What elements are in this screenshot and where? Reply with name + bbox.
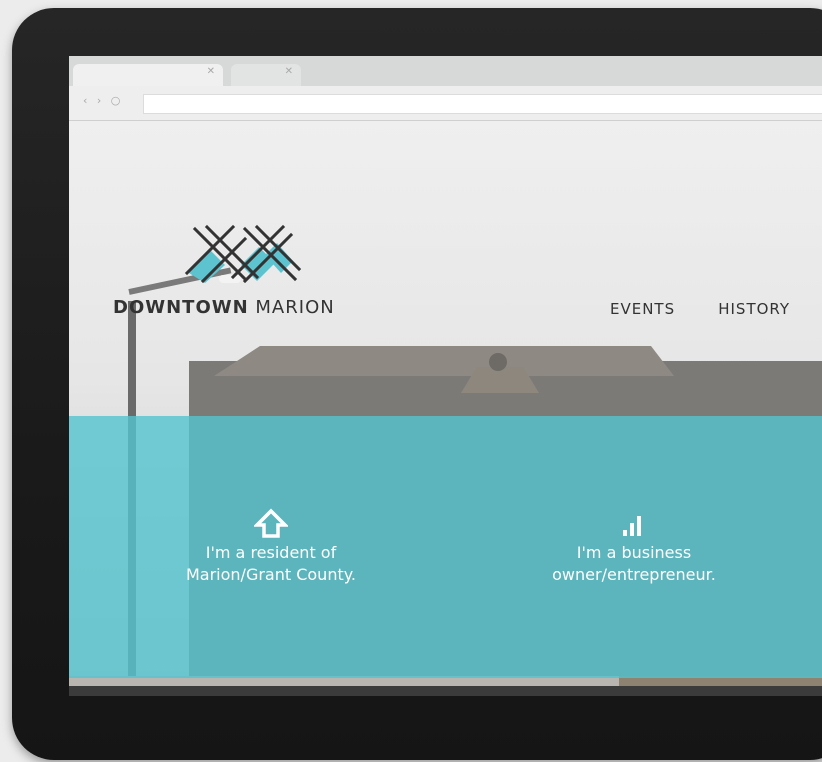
hero-section: DOWNTOWN MARION EVENTS HISTORY I'm a res… <box>69 121 822 696</box>
resident-cta[interactable]: I'm a resident of Marion/Grant County. <box>131 508 411 586</box>
device-screen: ✕ ✕ ‹ › ○ DOWNTOWN MARION EVENTS HISTORY… <box>69 56 822 696</box>
building-cornice <box>214 346 674 376</box>
browser-tab-active[interactable]: ✕ <box>73 64 223 86</box>
bar-chart-icon <box>623 516 641 536</box>
main-nav: EVENTS HISTORY <box>610 299 822 318</box>
browser-tab-strip: ✕ ✕ <box>69 56 822 86</box>
resident-cta-line2: Marion/Grant County. <box>185 565 357 584</box>
nav-events[interactable]: EVENTS <box>610 300 675 318</box>
nav-history[interactable]: HISTORY <box>718 300 790 318</box>
audience-selector-band: I'm a resident of Marion/Grant County. I… <box>69 416 822 678</box>
business-cta[interactable]: I'm a business owner/entrepreneur. <box>494 508 774 586</box>
business-cta-line2: owner/entrepreneur. <box>552 565 716 584</box>
browser-tab-new[interactable]: ✕ <box>231 64 301 86</box>
building-dome <box>489 353 507 371</box>
downtown-marion-logo-icon[interactable] <box>183 221 301 283</box>
browser-toolbar: ‹ › ○ <box>69 86 822 121</box>
address-bar[interactable] <box>143 94 822 114</box>
business-cta-line1: I'm a business <box>576 543 692 562</box>
screen-bottom-edge <box>69 686 822 696</box>
brand-name-bold: DOWNTOWN <box>113 297 249 318</box>
brand-name[interactable]: DOWNTOWN MARION <box>113 297 335 318</box>
tab-close-icon[interactable]: ✕ <box>285 66 293 77</box>
browser-nav-icons[interactable]: ‹ › ○ <box>83 94 123 107</box>
house-arrow-icon <box>254 508 288 538</box>
tab-close-icon[interactable]: ✕ <box>207 66 215 77</box>
resident-cta-line1: I'm a resident of <box>205 543 337 562</box>
brand-name-rest: MARION <box>255 297 335 318</box>
